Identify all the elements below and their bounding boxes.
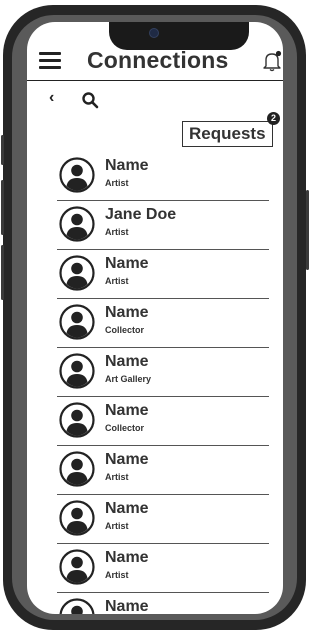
connection-name: Name [105, 549, 149, 566]
connection-list-item[interactable]: Name Collector [57, 299, 269, 348]
power-button [306, 190, 309, 270]
user-avatar-icon [59, 402, 95, 438]
connection-name: Name [105, 157, 149, 174]
connection-name: Name [105, 598, 149, 614]
connection-role: Artist [105, 472, 129, 482]
connection-role: Artist [105, 178, 129, 188]
connection-name: Name [105, 402, 149, 419]
connection-list-item[interactable]: Name Artist [57, 250, 269, 299]
connection-name: Jane Doe [105, 206, 177, 223]
volume-button [1, 245, 4, 300]
connection-list-item[interactable]: Name Artist [57, 446, 269, 495]
volume-button [1, 180, 4, 235]
connection-role: Artist [105, 227, 129, 237]
chevron-left-icon[interactable]: ‹ [49, 89, 54, 107]
connection-name: Name [105, 255, 149, 272]
phone-screen: Connections ‹ Requests 2 Name Artist Jane … [27, 22, 283, 614]
user-avatar-icon [59, 304, 95, 340]
connection-role: Artist [105, 276, 129, 286]
connection-list-item[interactable]: Name Artist [57, 495, 269, 544]
connection-list-item[interactable]: NameColl... [57, 593, 269, 614]
user-avatar-icon [59, 206, 95, 242]
connection-role: Collector [105, 423, 145, 433]
user-avatar-icon [59, 157, 95, 193]
user-avatar-icon [59, 255, 95, 291]
connection-name: Name [105, 304, 149, 321]
user-avatar-icon [59, 598, 95, 614]
user-avatar-icon [59, 353, 95, 389]
connection-list-item[interactable]: Name Artist [57, 544, 269, 593]
requests-count-badge: 2 [267, 112, 280, 125]
requests-button[interactable]: Requests [182, 121, 273, 147]
hamburger-menu-icon[interactable] [39, 52, 61, 69]
connection-list-item[interactable]: Name Art Gallery [57, 348, 269, 397]
connection-list-item[interactable]: Name Collector [57, 397, 269, 446]
connection-role: Art Gallery [105, 374, 152, 384]
user-avatar-icon [59, 451, 95, 487]
app-header: Connections [27, 22, 283, 81]
user-avatar-icon [59, 549, 95, 585]
connection-name: Name [105, 353, 149, 370]
connections-list: Name Artist Jane Doe Artist Name Artist Name Co… [57, 152, 269, 614]
connection-list-item[interactable]: Jane Doe Artist [57, 201, 269, 250]
connection-role: Artist [105, 521, 129, 531]
connection-name: Name [105, 500, 149, 517]
connection-list-item[interactable]: Name Artist [57, 152, 269, 201]
search-icon[interactable] [81, 91, 99, 109]
volume-button [1, 135, 4, 165]
bell-icon[interactable] [261, 50, 283, 72]
connection-role: Collector [105, 325, 145, 335]
user-avatar-icon [59, 500, 95, 536]
connection-role: Artist [105, 570, 129, 580]
page-title: Connections [87, 47, 229, 73]
connection-name: Name [105, 451, 149, 468]
